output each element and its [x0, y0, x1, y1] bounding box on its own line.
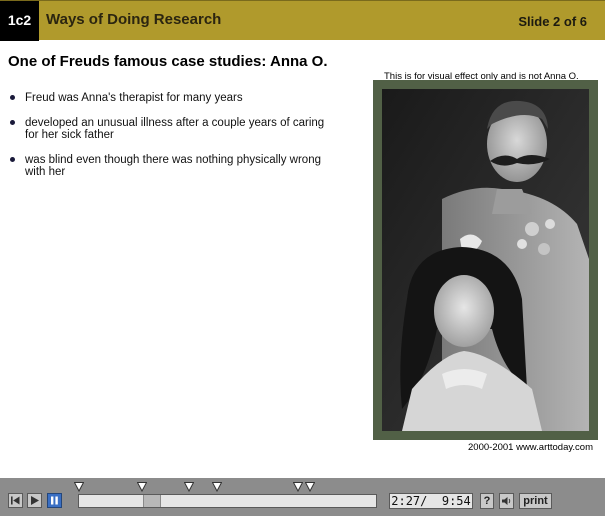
- bullet-dot: [10, 157, 15, 162]
- bullet-item: developed an unusual illness after a cou…: [8, 117, 328, 141]
- slide-indicator: Slide 2 of 6: [518, 14, 587, 29]
- bullet-item: Freud was Anna's therapist for many year…: [8, 92, 328, 104]
- chapter-marker-icon[interactable]: [74, 482, 84, 492]
- chapter-marker-icon[interactable]: [137, 482, 147, 492]
- print-label: print: [523, 495, 548, 507]
- time-display: 2:27/ 9:54: [389, 493, 473, 509]
- lesson-title: Ways of Doing Research: [46, 11, 222, 28]
- bullet-text: developed an unusual illness after a cou…: [25, 117, 325, 141]
- rewind-icon: [11, 496, 20, 505]
- pause-icon: [51, 496, 58, 505]
- slide-heading: One of Freuds famous case studies: Anna …: [8, 53, 328, 70]
- pause-button[interactable]: [47, 493, 62, 508]
- volume-button[interactable]: [499, 493, 514, 509]
- photo-frame: [373, 80, 598, 440]
- help-button[interactable]: ?: [480, 493, 494, 509]
- slide-header: 1c2 Ways of Doing Research Slide 2 of 6: [0, 0, 605, 41]
- lesson-code: 1c2: [0, 1, 39, 41]
- volume-icon: [502, 497, 511, 505]
- chapter-marker-icon[interactable]: [305, 482, 315, 492]
- time-separator: /: [420, 494, 428, 508]
- bullet-list: Freud was Anna's therapist for many year…: [8, 92, 328, 191]
- bullet-item: was blind even though there was nothing …: [8, 154, 328, 178]
- chapter-marker-icon[interactable]: [293, 482, 303, 492]
- progress-thumb[interactable]: [143, 495, 161, 507]
- image-credit: 2000-2001 www.arttoday.com: [468, 442, 593, 453]
- time-elapsed: 2:27: [391, 494, 421, 508]
- play-icon: [31, 496, 39, 505]
- bullet-dot: [10, 95, 15, 100]
- bullet-dot: [10, 120, 15, 125]
- chapter-marker-icon[interactable]: [212, 482, 222, 492]
- help-icon: ?: [483, 495, 491, 507]
- progress-track[interactable]: [78, 494, 377, 508]
- play-button[interactable]: [27, 493, 42, 508]
- print-button[interactable]: print: [519, 493, 552, 509]
- time-total: 9:54: [441, 494, 471, 508]
- bullet-text: was blind even though there was nothing …: [25, 154, 321, 178]
- historical-photo: [382, 89, 589, 431]
- bullet-text: Freud was Anna's therapist for many year…: [25, 92, 243, 104]
- rewind-button[interactable]: [8, 493, 23, 508]
- chapter-marker-icon[interactable]: [184, 482, 194, 492]
